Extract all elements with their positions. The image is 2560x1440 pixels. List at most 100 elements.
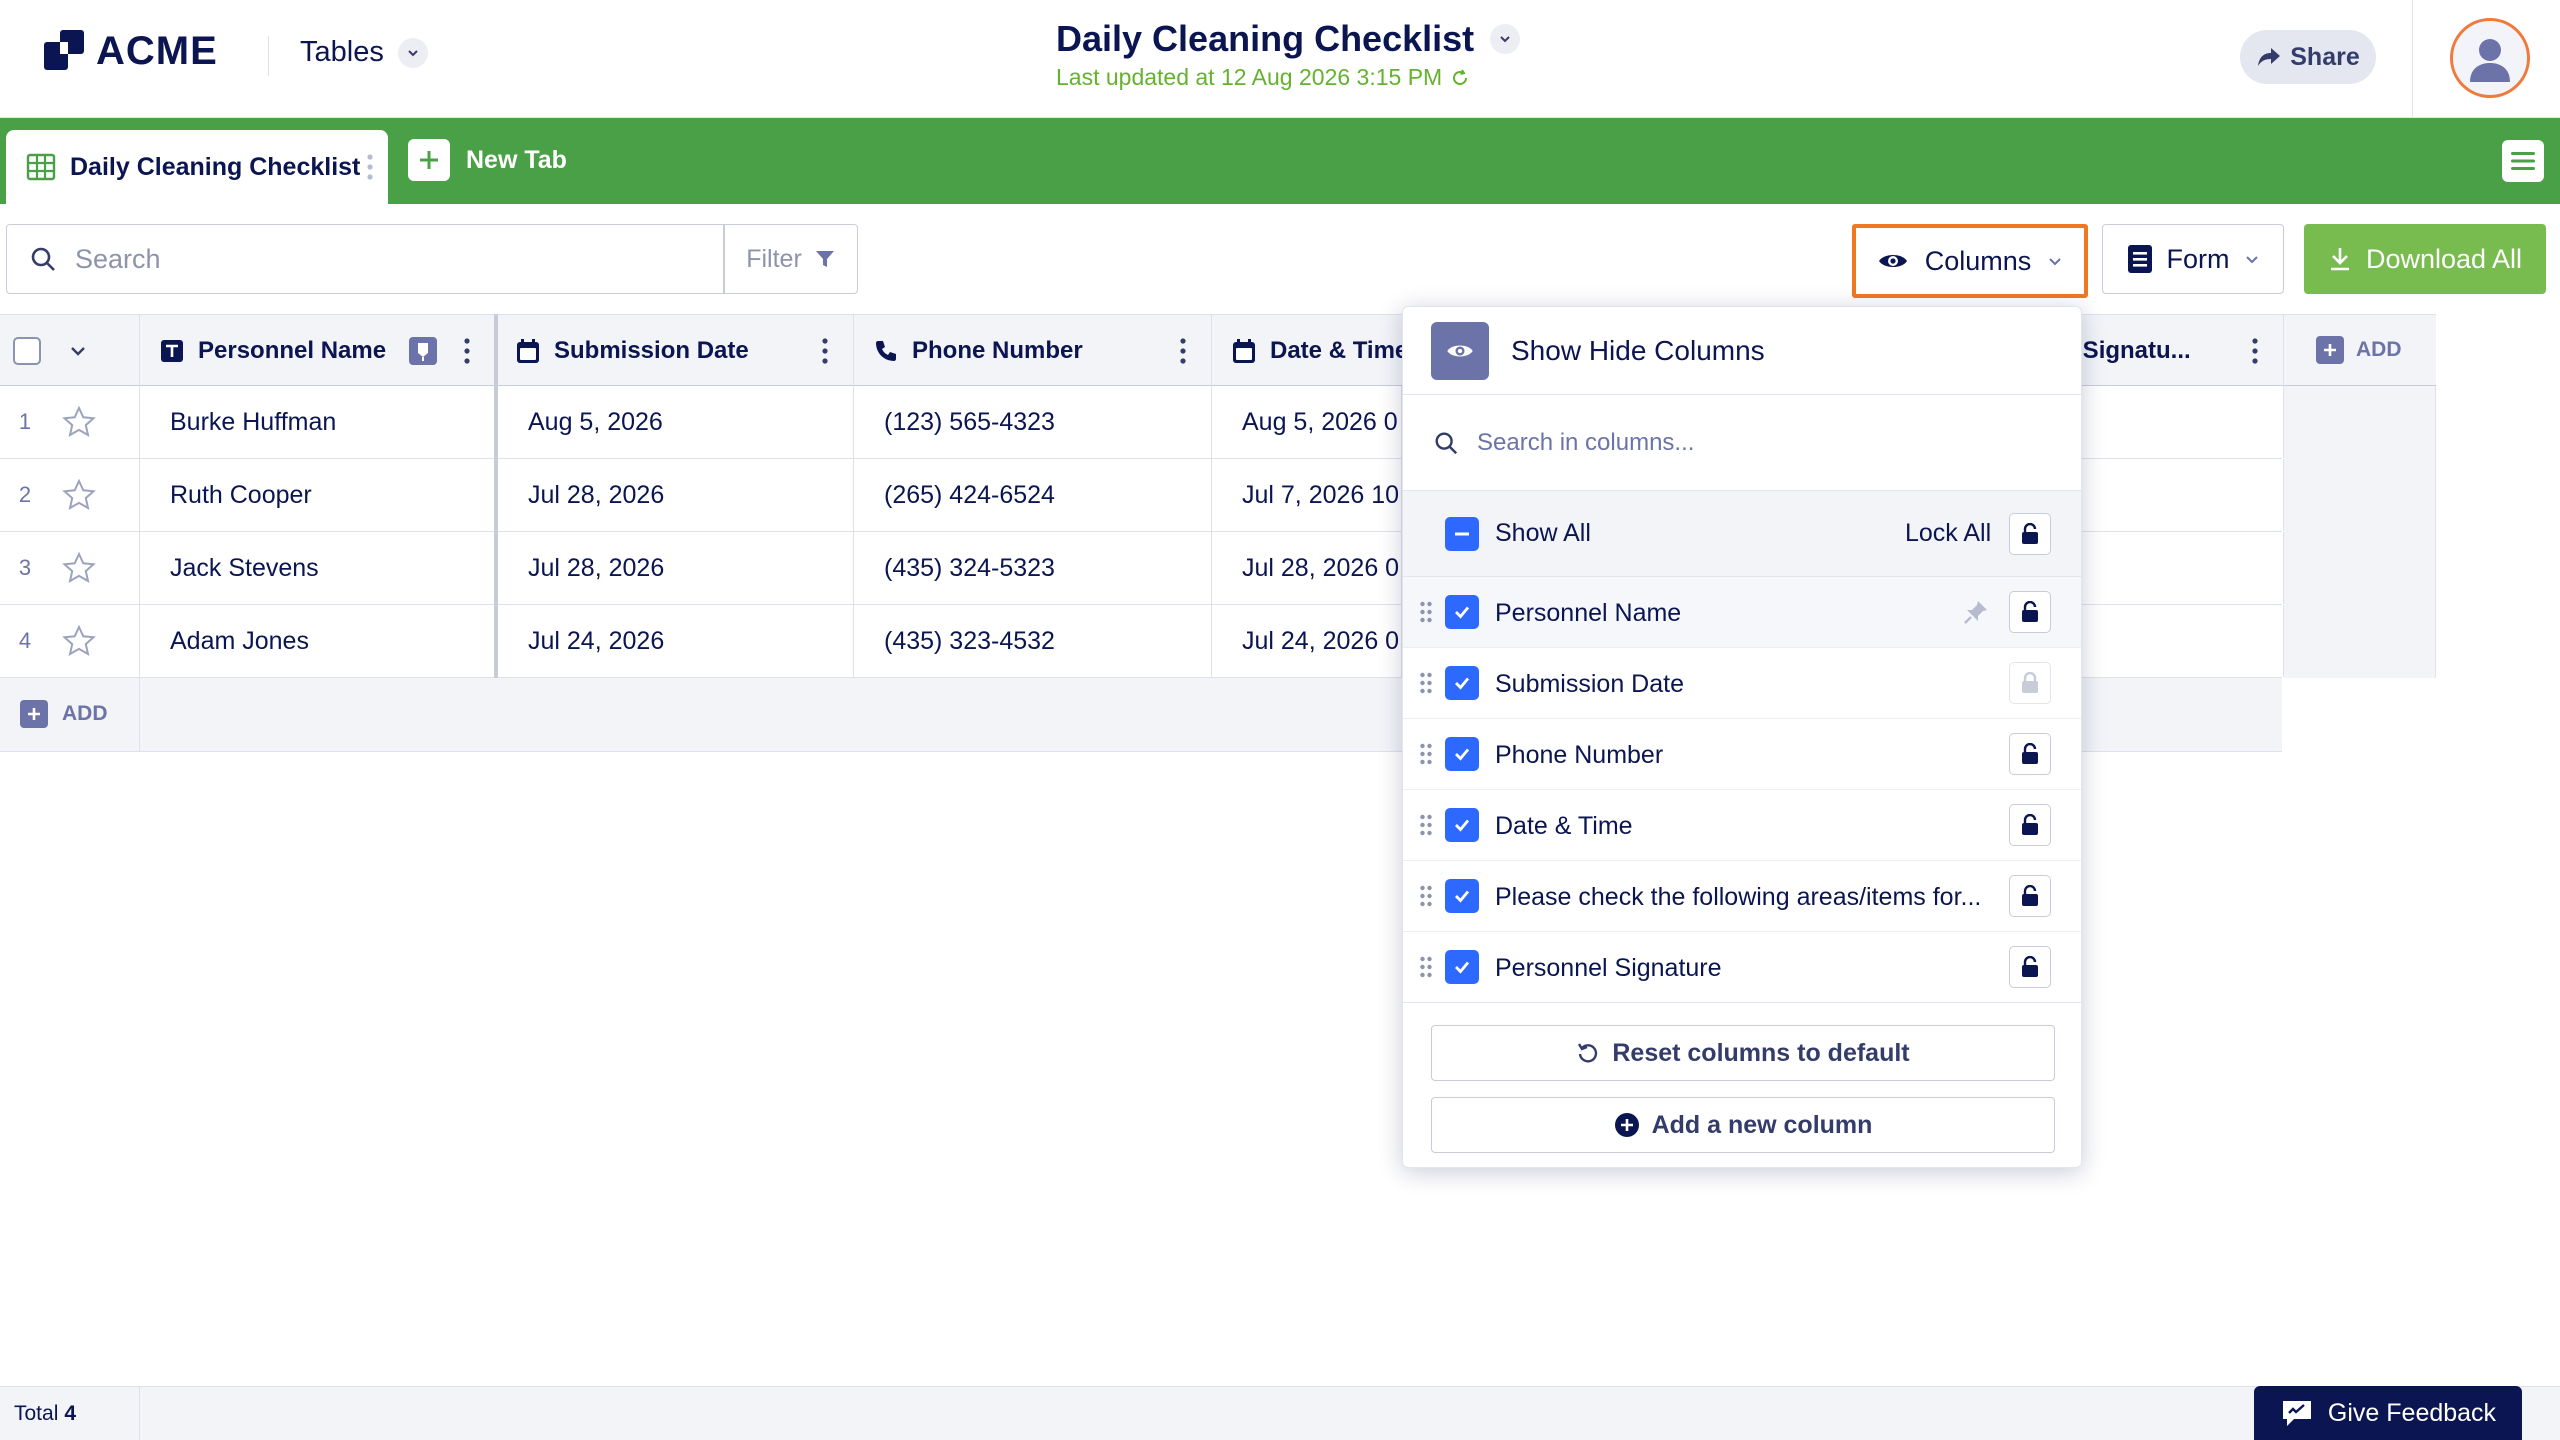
cell-submission-date[interactable]: Jul 28, 2026 [498, 459, 854, 531]
star-icon[interactable] [62, 479, 96, 511]
column-options-icon[interactable] [2251, 337, 2259, 365]
column-options-icon[interactable] [463, 337, 471, 365]
cell-submission-date[interactable]: Jul 24, 2026 [498, 605, 854, 677]
tab-options-icon[interactable] [366, 152, 374, 182]
column-toggle-date-time[interactable]: Date & Time [1403, 790, 2081, 861]
unlock-icon [2022, 743, 2038, 764]
download-all-button[interactable]: Download All [2304, 224, 2546, 294]
cell-personnel-name[interactable]: Burke Huffman [140, 386, 496, 458]
new-tab-label: New Tab [466, 145, 567, 174]
column-header-submission-date[interactable]: Submission Date [498, 315, 854, 387]
avatar[interactable] [2450, 18, 2530, 98]
cell-phone-number[interactable]: (435) 323-4532 [854, 605, 1212, 677]
cell-date-time[interactable]: Jul 24, 2026 0 [1212, 605, 1402, 677]
pin-icon[interactable] [408, 336, 438, 366]
cell-phone-number[interactable]: (123) 565-4323 [854, 386, 1212, 458]
lock-column-button[interactable] [2009, 733, 2051, 775]
lock-all-button[interactable] [2009, 513, 2051, 555]
cell-date-time[interactable]: Aug 5, 2026 0 [1212, 386, 1402, 458]
drag-handle-icon[interactable] [1419, 742, 1433, 766]
column-toggle-personnel-signature[interactable]: Personnel Signature [1403, 932, 2081, 1003]
reset-columns-button[interactable]: Reset columns to default [1431, 1025, 2055, 1081]
drag-handle-icon[interactable] [1419, 600, 1433, 624]
share-label: Share [2290, 42, 2360, 71]
column-toggle-label: Please check the following areas/items f… [1495, 883, 1982, 911]
drag-handle-icon[interactable] [1419, 884, 1433, 908]
column-toggle-submission-date[interactable]: Submission Date [1403, 648, 2081, 719]
cell-phone-number[interactable]: (435) 324-5323 [854, 532, 1212, 604]
column-checkbox[interactable] [1445, 879, 1479, 913]
tables-dropdown[interactable]: Tables [300, 36, 428, 69]
select-all-checkbox[interactable] [12, 336, 42, 366]
cell-personnel-name[interactable]: Jack Stevens [140, 532, 496, 604]
chevron-down-icon[interactable] [68, 341, 88, 361]
column-checkbox[interactable] [1445, 595, 1479, 629]
column-checkbox[interactable] [1445, 737, 1479, 771]
column-search-input[interactable] [1477, 428, 2037, 457]
show-all-checkbox[interactable] [1445, 517, 1479, 551]
show-all-label: Show All [1495, 519, 1591, 547]
new-tab-button[interactable]: New Tab [408, 139, 567, 181]
drag-handle-icon[interactable] [1419, 955, 1433, 979]
column-checkbox[interactable] [1445, 950, 1479, 984]
tab-label: Daily Cleaning Checklist [70, 152, 361, 181]
cell-submission-date[interactable]: Aug 5, 2026 [498, 386, 854, 458]
column-options-icon[interactable] [1179, 337, 1187, 365]
add-column-button[interactable]: ADD [2316, 336, 2402, 364]
cell-date-time[interactable]: Jul 28, 2026 0 [1212, 532, 1402, 604]
form-button[interactable]: Form [2102, 224, 2284, 294]
search-icon [31, 247, 55, 271]
download-icon [2330, 248, 2349, 271]
cell-date-time[interactable]: Jul 7, 2026 10: [1212, 459, 1402, 531]
page-title[interactable]: Daily Cleaning Checklist [1056, 18, 1474, 60]
star-icon[interactable] [62, 406, 96, 438]
tables-label: Tables [300, 36, 384, 68]
document-title-area: Daily Cleaning Checklist Last updated at… [1056, 18, 1521, 91]
lock-column-button[interactable] [2009, 946, 2051, 988]
last-updated-text: Last updated at 12 Aug 2026 3:15 PM [1056, 64, 1443, 90]
refresh-icon[interactable] [1450, 68, 1470, 88]
pin-icon[interactable] [1963, 599, 1989, 625]
column-options-icon[interactable] [821, 337, 829, 365]
hamburger-menu-icon[interactable] [2502, 140, 2544, 182]
column-checkbox[interactable] [1445, 666, 1479, 700]
filter-label: Filter [746, 244, 802, 273]
star-icon[interactable] [62, 625, 96, 657]
column-checkbox[interactable] [1445, 808, 1479, 842]
column-toggle-personnel-name[interactable]: Personnel Name [1403, 577, 2081, 648]
add-row-button[interactable]: ADD [20, 700, 108, 728]
total-count: Total 4 [0, 1387, 140, 1440]
cell-phone-number[interactable]: (265) 424-6524 [854, 459, 1212, 531]
table-footer: Total 4 [0, 1386, 2560, 1440]
drag-handle-icon[interactable] [1419, 813, 1433, 837]
unlock-icon [2022, 601, 2038, 622]
feedback-chat-icon [2282, 1401, 2311, 1426]
column-header-label: Submission Date [554, 337, 749, 364]
cell-submission-date[interactable]: Jul 28, 2026 [498, 532, 854, 604]
title-chevron-down-icon[interactable] [1490, 24, 1521, 54]
drag-handle-icon[interactable] [1419, 671, 1433, 695]
cell-personnel-name[interactable]: Ruth Cooper [140, 459, 496, 531]
column-header-phone-number[interactable]: Phone Number [854, 315, 1212, 387]
search-input[interactable] [75, 243, 675, 275]
cell-personnel-name[interactable]: Adam Jones [140, 605, 496, 677]
share-button[interactable]: Share [2240, 30, 2376, 84]
columns-button[interactable]: Columns [1852, 224, 2088, 298]
lock-column-button[interactable] [2009, 875, 2051, 917]
add-column-label: ADD [2356, 338, 2402, 361]
column-toggle-checklist-areas[interactable]: Please check the following areas/items f… [1403, 861, 2081, 932]
give-feedback-label: Give Feedback [2327, 1398, 2497, 1427]
give-feedback-button[interactable]: Give Feedback [2254, 1386, 2522, 1440]
filter-button[interactable]: Filter [724, 224, 858, 294]
column-toggle-phone-number[interactable]: Phone Number [1403, 719, 2081, 790]
form-document-icon [2127, 245, 2152, 273]
star-icon[interactable] [62, 552, 96, 584]
acme-logo[interactable]: ACME [42, 28, 218, 74]
column-toggle-label: Submission Date [1495, 670, 1684, 698]
lock-column-button[interactable] [2009, 591, 2051, 633]
add-new-column-button[interactable]: Add a new column [1431, 1097, 2055, 1153]
lock-column-button[interactable] [2009, 804, 2051, 846]
checkmark-icon [1455, 677, 1470, 690]
tab-daily-cleaning-checklist[interactable]: Daily Cleaning Checklist [6, 130, 388, 204]
column-header-personnel-name[interactable]: Personnel Name [140, 315, 496, 387]
